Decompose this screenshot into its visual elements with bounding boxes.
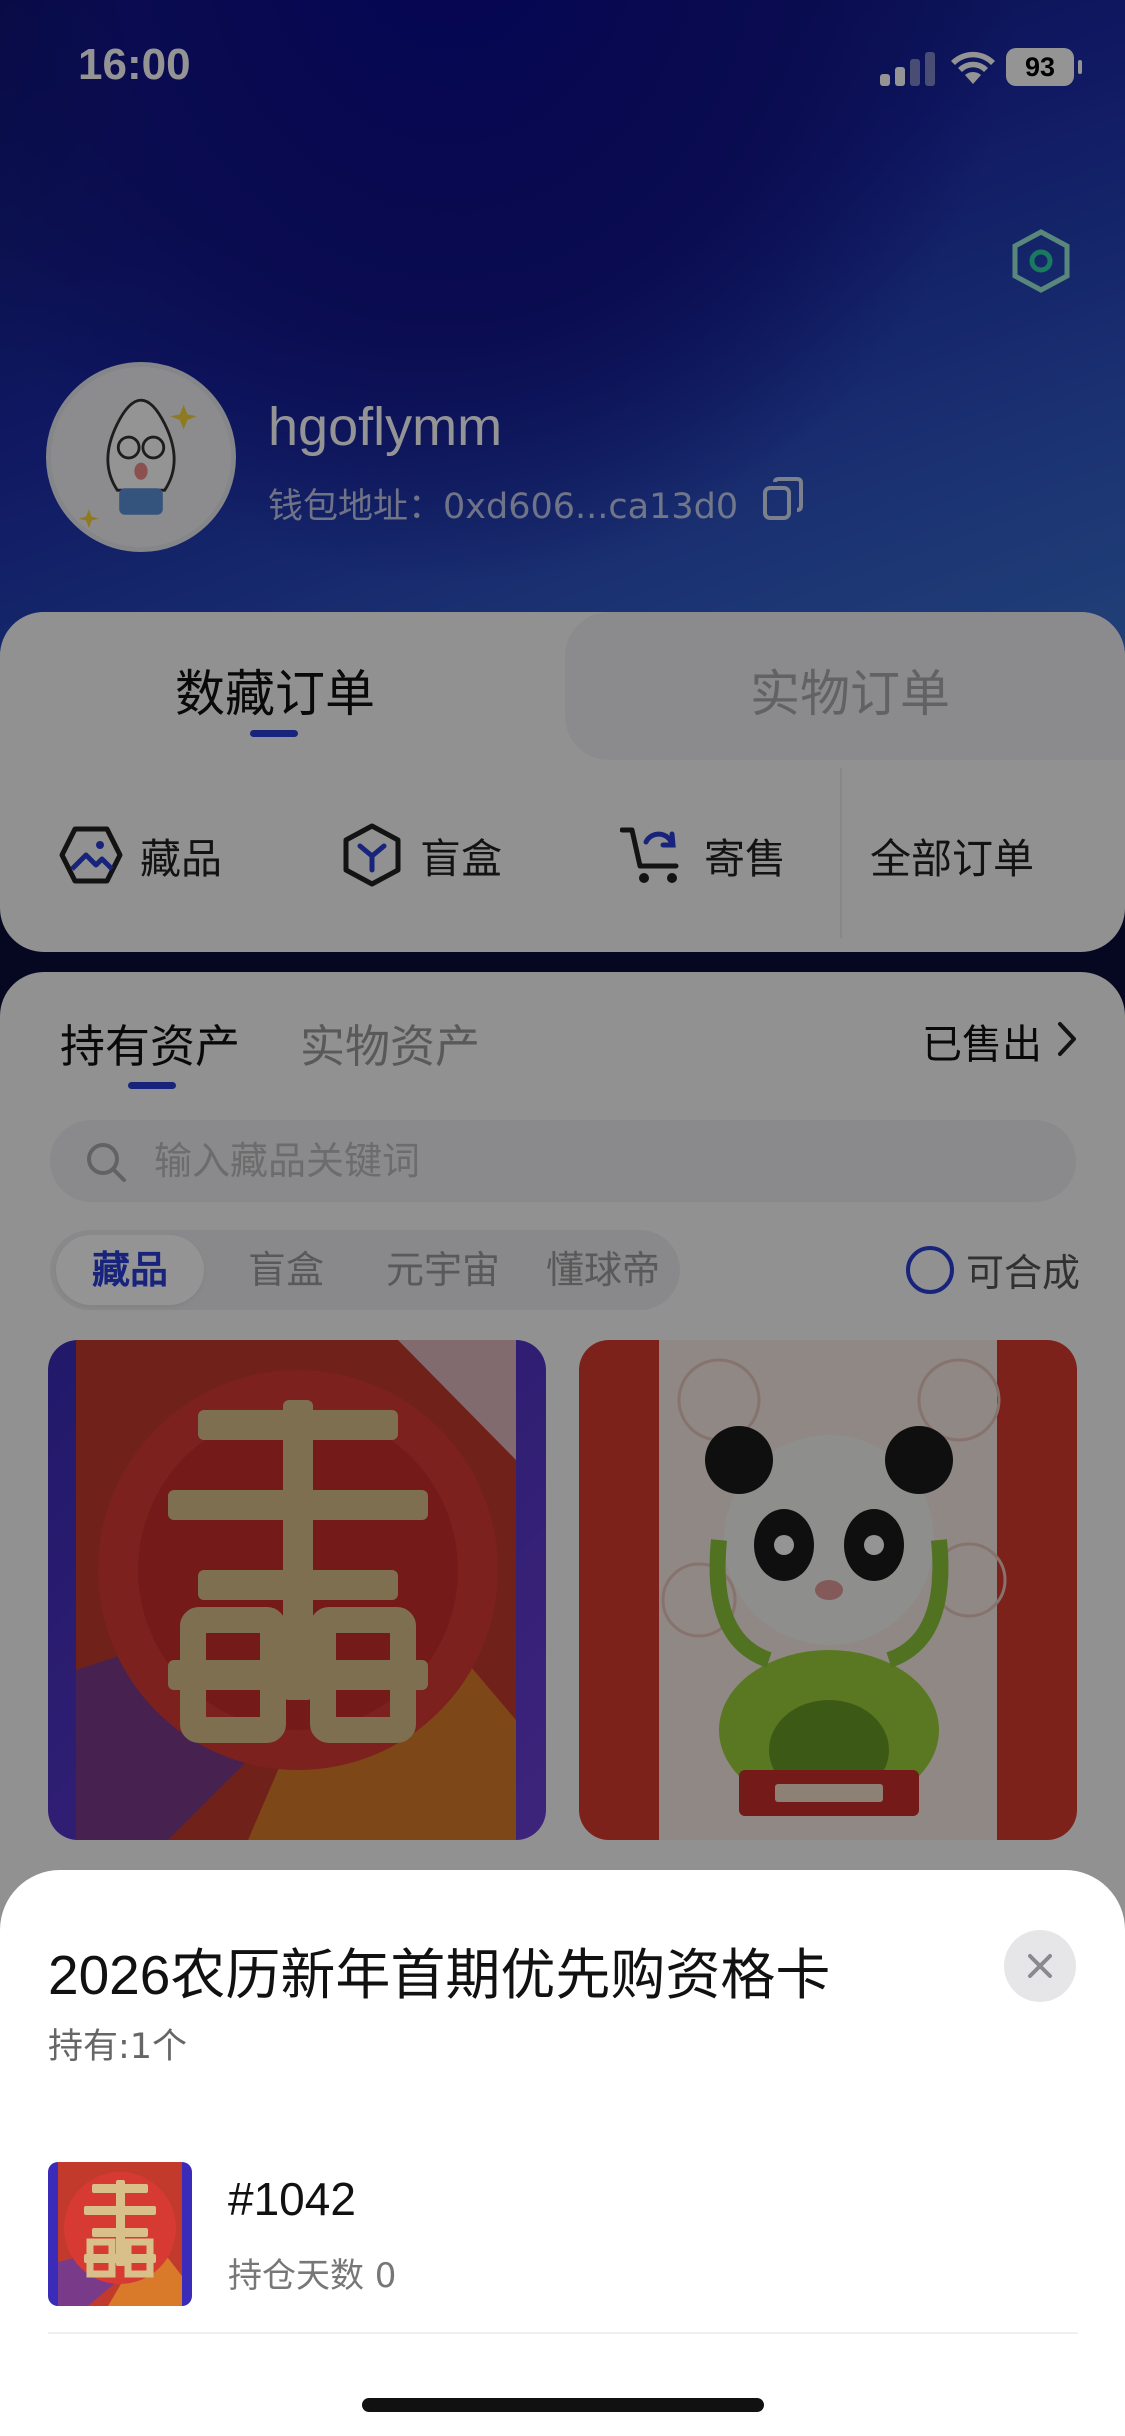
close-icon [1028, 1954, 1052, 1978]
list-divider [48, 2332, 1078, 2334]
app-screen: 16:00 93 hgoflymm 钱包地址：0xd606...ca13d0 实… [0, 0, 1125, 2436]
item-number: #1042 [228, 2173, 356, 2225]
list-item[interactable]: #1042 持仓天数 0 [48, 2162, 1078, 2308]
sheet-held-count: 持有:1个 [48, 2027, 188, 2067]
item-hold-days: 持仓天数 0 [228, 2256, 397, 2296]
sheet-title: 2026农历新年首期优先购资格卡 [48, 1944, 831, 2006]
item-thumbnail [48, 2162, 192, 2306]
home-indicator[interactable] [362, 2398, 764, 2412]
close-button[interactable] [1004, 1930, 1076, 2002]
holdings-bottom-sheet: 2026农历新年首期优先购资格卡 持有:1个 #1042 持仓天数 0 [0, 1870, 1125, 2436]
